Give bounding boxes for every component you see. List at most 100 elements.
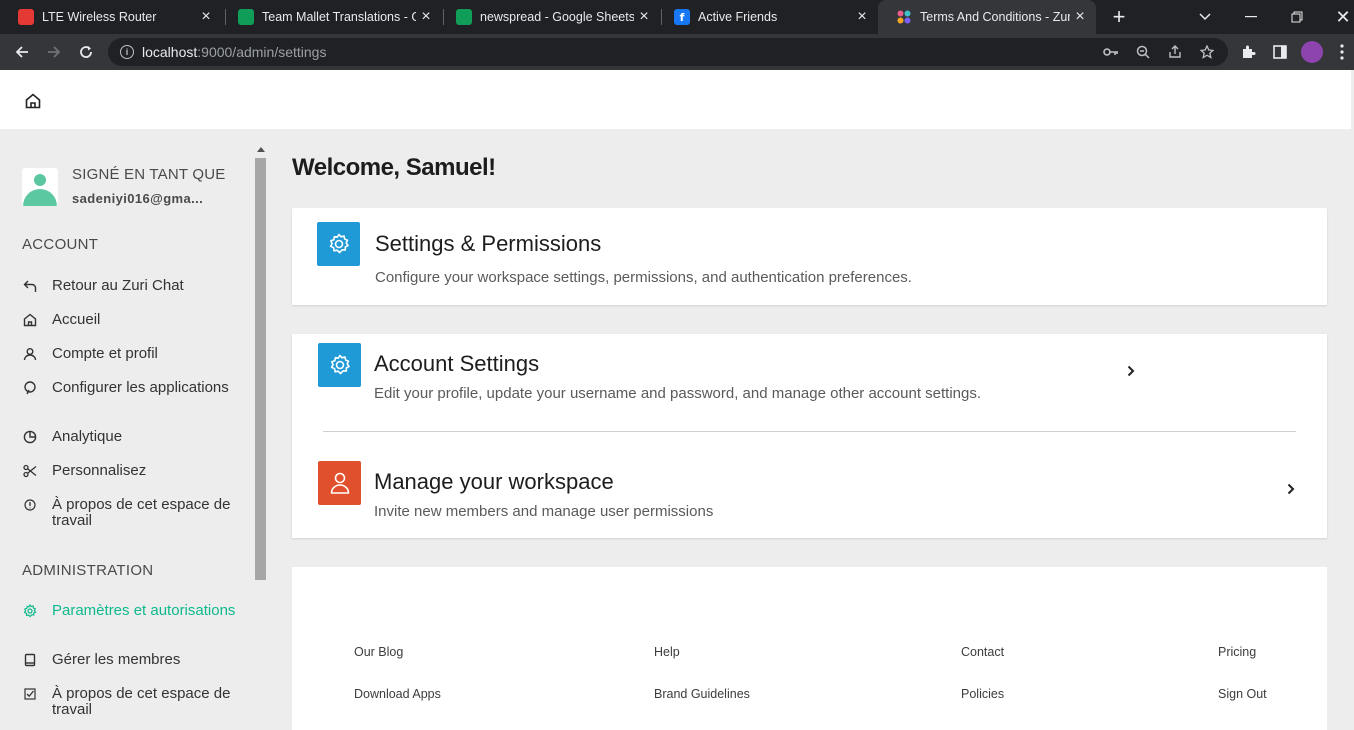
footer-link-brand-guidelines[interactable]: Brand Guidelines [654, 687, 750, 701]
tab-title: LTE Wireless Router [42, 10, 157, 24]
chevron-right-icon[interactable] [1127, 361, 1135, 382]
footer-link-blog[interactable]: Our Blog [354, 645, 403, 659]
divider [323, 431, 1296, 432]
close-tab-icon[interactable]: × [634, 8, 654, 26]
card-description: Invite new members and manage user permi… [374, 503, 714, 520]
scissors-icon [22, 463, 38, 479]
sidebar-item-label: À propos de cet espace de travail [52, 496, 231, 529]
google-sheets-icon [238, 9, 254, 25]
forward-icon[interactable] [38, 36, 70, 68]
home-icon [22, 312, 38, 328]
back-icon[interactable] [6, 36, 38, 68]
account-heading: ACCOUNT [22, 236, 99, 253]
sidebar-item-label: Personnalisez [52, 462, 147, 479]
sidebar-item-analytics[interactable]: Analytique [22, 429, 242, 445]
footer-link-policies[interactable]: Policies [961, 687, 1004, 701]
profile-avatar[interactable] [1296, 36, 1328, 68]
sidebar-item-about-workspace[interactable]: À propos de cet espace de travail [22, 497, 242, 529]
close-tab-icon[interactable]: × [196, 8, 216, 26]
sidebar-item-customize[interactable]: Personnalisez [22, 463, 242, 479]
close-window-icon[interactable]: ✕ [1320, 0, 1354, 34]
key-icon[interactable] [1098, 38, 1124, 66]
sidebar-item-home[interactable]: Accueil [22, 312, 242, 328]
scroll-up-arrow-icon[interactable] [257, 147, 265, 152]
home-icon[interactable] [24, 92, 42, 110]
minimize-icon[interactable] [1228, 0, 1274, 34]
user-icon [318, 461, 361, 505]
sidebar-item-back-to-chat[interactable]: Retour au Zuri Chat [22, 278, 242, 294]
zuri-icon [896, 9, 912, 25]
pie-chart-icon [22, 429, 38, 445]
avatar [22, 168, 58, 206]
account-settings-link[interactable]: Account Settings [374, 351, 539, 377]
footer-link-pricing[interactable]: Pricing [1218, 645, 1256, 659]
side-panel-icon[interactable] [1264, 36, 1296, 68]
sidebar-item-apps[interactable]: Configurer les applications [22, 380, 242, 396]
sidebar-item-label: Gérer les membres [52, 651, 181, 668]
sidebar-item-label: Analytique [52, 428, 123, 445]
sidebar-item-settings-permissions[interactable]: Paramètres et autorisations [22, 603, 242, 619]
restore-icon[interactable] [1274, 0, 1320, 34]
new-tab-icon[interactable]: + [1096, 0, 1142, 34]
card-title: Settings & Permissions [375, 231, 602, 256]
footer-link-download-apps[interactable]: Download Apps [354, 687, 441, 701]
signed-in-label: SIGNÉ EN TANT QUE [72, 166, 226, 183]
close-tab-icon[interactable]: × [1070, 8, 1090, 26]
tab-search-icon[interactable] [1182, 0, 1228, 34]
browser-tab[interactable]: f Active Friends × [656, 0, 878, 34]
user-icon [22, 346, 38, 362]
tab-title: Terms And Conditions - Zuri [920, 10, 1070, 24]
signed-in-email: sadeniyi016@gma... [72, 191, 204, 206]
browser-tab[interactable]: LTE Wireless Router × [0, 0, 222, 34]
bookmark-star-icon[interactable] [1194, 38, 1220, 66]
sidebar-item-label: Accueil [52, 311, 101, 328]
page-title: Welcome, Samuel! [292, 154, 496, 181]
extensions-icon[interactable] [1232, 36, 1264, 68]
browser-tab-bar: LTE Wireless Router × Team Mallet Transl… [0, 0, 1354, 34]
reload-icon[interactable] [70, 36, 102, 68]
address-bar[interactable]: i localhost:9000/admin/settings [108, 38, 1228, 66]
plug-icon [22, 380, 38, 396]
sidebar-scrollbar-thumb[interactable] [255, 158, 266, 580]
browser-menu-icon[interactable] [1326, 36, 1354, 68]
sidebar-item-label: Paramètres et autorisations [52, 602, 236, 619]
footer-link-sign-out[interactable]: Sign Out [1218, 687, 1267, 701]
browser-tab[interactable]: Team Mallet Translations - Go × [220, 0, 442, 34]
chevron-right-icon[interactable] [1287, 479, 1295, 500]
sidebar-item-label: Compte et profil [52, 345, 158, 362]
checkbox-icon [22, 686, 38, 702]
gear-icon [318, 343, 361, 387]
administration-heading: ADMINISTRATION [22, 562, 154, 579]
zoom-icon[interactable] [1130, 38, 1156, 66]
tab-title: Active Friends [698, 10, 778, 24]
url-path: :9000/admin/settings [197, 44, 327, 60]
gear-icon [22, 603, 38, 619]
sidebar-item-label: Configurer les applications [52, 379, 229, 396]
browser-tab-active[interactable]: Terms And Conditions - Zuri × [878, 0, 1096, 34]
close-tab-icon[interactable]: × [416, 8, 436, 26]
tab-title: Team Mallet Translations - Go [262, 10, 416, 24]
url-host: localhost [142, 44, 198, 60]
info-icon [22, 497, 38, 513]
sidebar-item-label: Retour au Zuri Chat [52, 277, 184, 294]
google-sheets-icon [456, 9, 472, 25]
sidebar-item-about-workspace-admin[interactable]: À propos de cet espace de travail [22, 686, 242, 718]
lte-router-icon [18, 9, 34, 25]
manage-workspace-link[interactable]: Manage your workspace [374, 469, 614, 495]
sidebar-item-label: À propos de cet espace de travail [52, 685, 231, 718]
sidebar-item-profile[interactable]: Compte et profil [22, 346, 242, 362]
tab-title: newspread - Google Sheets [480, 10, 634, 24]
sidebar-item-manage-members[interactable]: Gérer les membres [22, 652, 242, 668]
site-info-icon[interactable]: i [120, 45, 134, 59]
footer-link-help[interactable]: Help [654, 645, 680, 659]
book-icon [22, 652, 38, 668]
browser-toolbar: i localhost:9000/admin/settings [0, 34, 1354, 70]
card-description: Edit your profile, update your username … [374, 385, 982, 402]
back-arrow-icon [22, 278, 38, 294]
footer-link-contact[interactable]: Contact [961, 645, 1004, 659]
share-icon[interactable] [1162, 38, 1188, 66]
card-description: Configure your workspace settings, permi… [375, 269, 912, 286]
close-tab-icon[interactable]: × [852, 8, 872, 26]
page-header [0, 70, 1351, 129]
browser-tab[interactable]: newspread - Google Sheets × [438, 0, 660, 34]
